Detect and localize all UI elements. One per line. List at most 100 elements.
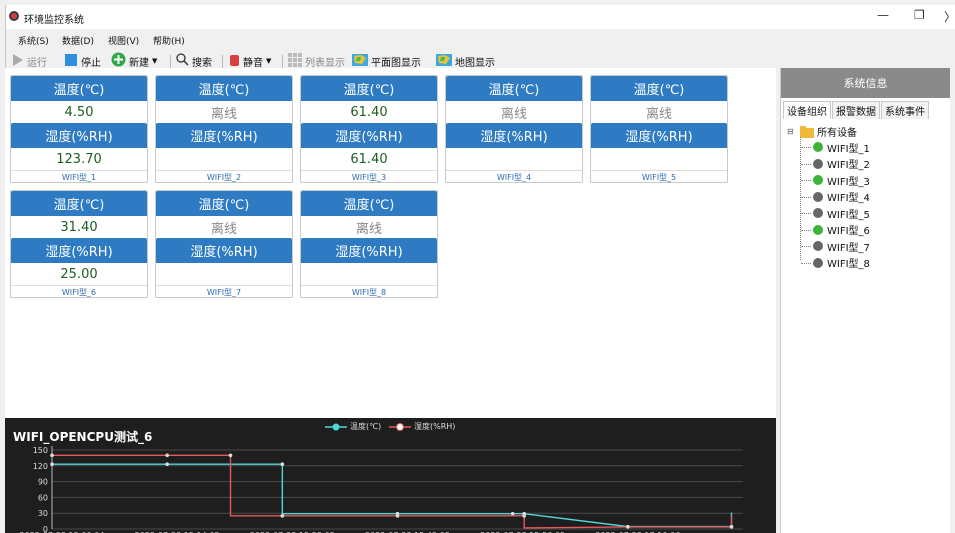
temp-header: 温度(℃): [301, 76, 437, 101]
folder-icon: [800, 125, 814, 138]
hum-header: 湿度(%RH): [156, 238, 292, 263]
device-card[interactable]: 温度(℃) 离线 湿度(%RH) WIFI型_7: [155, 190, 293, 298]
tree-line: [801, 180, 811, 181]
chevron-down-icon: ▼: [266, 57, 272, 65]
search-button[interactable]: 搜索: [176, 53, 212, 69]
app-logo-icon: [9, 11, 19, 21]
tree-item[interactable]: WIFI型_7: [787, 238, 947, 255]
search-icon: [176, 53, 189, 69]
menu-bar: 系统(S) 数据(D) 视图(V) 帮助(H): [6, 30, 955, 48]
device-card[interactable]: 温度(℃) 离线 湿度(%RH) WIFI型_8: [300, 190, 438, 298]
tab-alarm-data[interactable]: 报警数据: [832, 101, 880, 119]
menu-system[interactable]: 系统(S): [18, 34, 49, 47]
status-dot-icon: [813, 158, 823, 169]
y-tick-label: 120: [33, 462, 48, 471]
tree-root[interactable]: ⊟ 所有设备: [787, 124, 947, 139]
hum-value: [301, 263, 437, 285]
tree-item[interactable]: WIFI型_8: [787, 255, 947, 272]
data-point: [50, 462, 54, 467]
device-card[interactable]: 温度(℃) 4.50 湿度(%RH) 123.70 WIFI型_1: [10, 75, 148, 183]
list-view-button[interactable]: 列表显示: [288, 52, 345, 70]
temp-value: 31.40: [60, 219, 98, 235]
temp-value: 离线: [355, 221, 382, 237]
temp-value: 离线: [645, 106, 672, 122]
close-button[interactable]: 〉: [944, 8, 955, 25]
stop-icon: [64, 53, 78, 70]
tree-line: [801, 262, 811, 264]
status-dot-icon: [813, 257, 823, 268]
status-dot-icon: [813, 142, 823, 153]
tree-line: [801, 246, 811, 247]
temp-header: 温度(℃): [591, 76, 727, 101]
hum-value: 25.00: [60, 266, 98, 282]
hum-value: [446, 148, 582, 170]
device-card[interactable]: 温度(℃) 31.40 湿度(%RH) 25.00 WIFI型_6: [10, 190, 148, 298]
data-point: [395, 514, 400, 518]
status-dot-icon: [813, 191, 823, 202]
grid-icon: [288, 52, 302, 70]
toolbar-separator: [222, 55, 223, 69]
map-view-button[interactable]: 地图显示: [436, 53, 495, 69]
temp-value: 离线: [210, 221, 237, 237]
temp-header: 温度(℃): [156, 191, 292, 216]
tree-item[interactable]: WIFI型_2: [787, 156, 947, 173]
stop-button[interactable]: 停止: [64, 53, 101, 69]
maximize-button[interactable]: ❐: [914, 8, 925, 22]
temp-header: 温度(℃): [11, 76, 147, 101]
minimize-button[interactable]: —: [877, 8, 889, 22]
status-dot-icon: [813, 175, 823, 186]
speaker-icon: [228, 53, 240, 70]
plan-view-button[interactable]: 平面图显示: [352, 53, 421, 69]
tab-system-events[interactable]: 系统事件: [881, 101, 929, 119]
data-point: [280, 462, 285, 467]
device-card[interactable]: 温度(℃) 离线 湿度(%RH) WIFI型_5: [590, 75, 728, 183]
device-name: WIFI型_2: [156, 170, 292, 184]
temp-value: 离线: [210, 106, 237, 122]
menu-help[interactable]: 帮助(H): [153, 34, 185, 47]
history-chart: WIFI_OPENCPU测试_6 温度(℃) 湿度(%RH) 0 30 60 90 12…: [5, 418, 776, 533]
device-card[interactable]: 温度(℃) 61.40 湿度(%RH) 61.40 WIFI型_3: [300, 75, 438, 183]
device-name: WIFI型_3: [301, 170, 437, 184]
collapse-icon[interactable]: ⊟: [787, 127, 797, 136]
tab-device-org[interactable]: 设备组织: [783, 101, 831, 119]
tree-line: [801, 229, 811, 231]
tree-item[interactable]: WIFI型_5: [787, 205, 947, 222]
hum-header: 湿度(%RH): [301, 238, 437, 263]
chart-plot: 03060901201502022-07-28 15:00:042022-07-…: [20, 446, 743, 533]
new-button[interactable]: 新建 ▼: [111, 52, 158, 69]
temp-header: 温度(℃): [11, 191, 147, 216]
run-button[interactable]: 运行: [12, 53, 47, 69]
device-cards-area: 温度(℃) 4.50 湿度(%RH) 123.70 WIFI型_1 温度(℃) 离线 湿度(%…: [5, 68, 776, 418]
tree-line: [801, 213, 811, 214]
menu-view[interactable]: 视图(V): [108, 34, 139, 47]
hum-header: 湿度(%RH): [11, 238, 147, 263]
menu-data[interactable]: 数据(D): [62, 34, 94, 47]
mute-button[interactable]: 静音 ▼: [228, 53, 271, 69]
tree-item[interactable]: WIFI型_4: [787, 189, 947, 206]
device-tree: ⊟ 所有设备 WIFI型_1 WIFI型_2 WIFI型_3 WIFI型_4 WIFI型…: [787, 124, 947, 271]
device-name: WIFI型_8: [301, 285, 437, 299]
hum-header: 湿度(%RH): [301, 123, 437, 148]
toolbar-separator: [282, 55, 283, 69]
data-point: [165, 453, 169, 458]
tree-item[interactable]: WIFI型_1: [787, 139, 947, 156]
device-name: WIFI型_7: [156, 285, 292, 299]
device-card[interactable]: 温度(℃) 离线 湿度(%RH) WIFI型_4: [445, 75, 583, 183]
temp-value: 61.40: [350, 104, 388, 120]
device-card[interactable]: 温度(℃) 离线 湿度(%RH) WIFI型_2: [155, 75, 293, 183]
data-point: [50, 453, 54, 458]
tree-item[interactable]: WIFI型_6: [787, 222, 947, 239]
tree-item[interactable]: WIFI型_3: [787, 172, 947, 189]
hum-header: 湿度(%RH): [11, 123, 147, 148]
hum-header: 湿度(%RH): [446, 123, 582, 148]
chevron-down-icon: ▼: [152, 57, 158, 65]
tree-line: [801, 196, 811, 198]
hum-header: 湿度(%RH): [591, 123, 727, 148]
map-icon: [352, 53, 368, 70]
temp-header: 温度(℃): [446, 76, 582, 101]
temp-value: 4.50: [64, 104, 94, 120]
temp-header: 温度(℃): [301, 191, 437, 216]
panel-tabs: 设备组织 报警数据 系统事件: [783, 101, 930, 119]
hum-header: 湿度(%RH): [156, 123, 292, 148]
map-icon: [436, 53, 452, 70]
